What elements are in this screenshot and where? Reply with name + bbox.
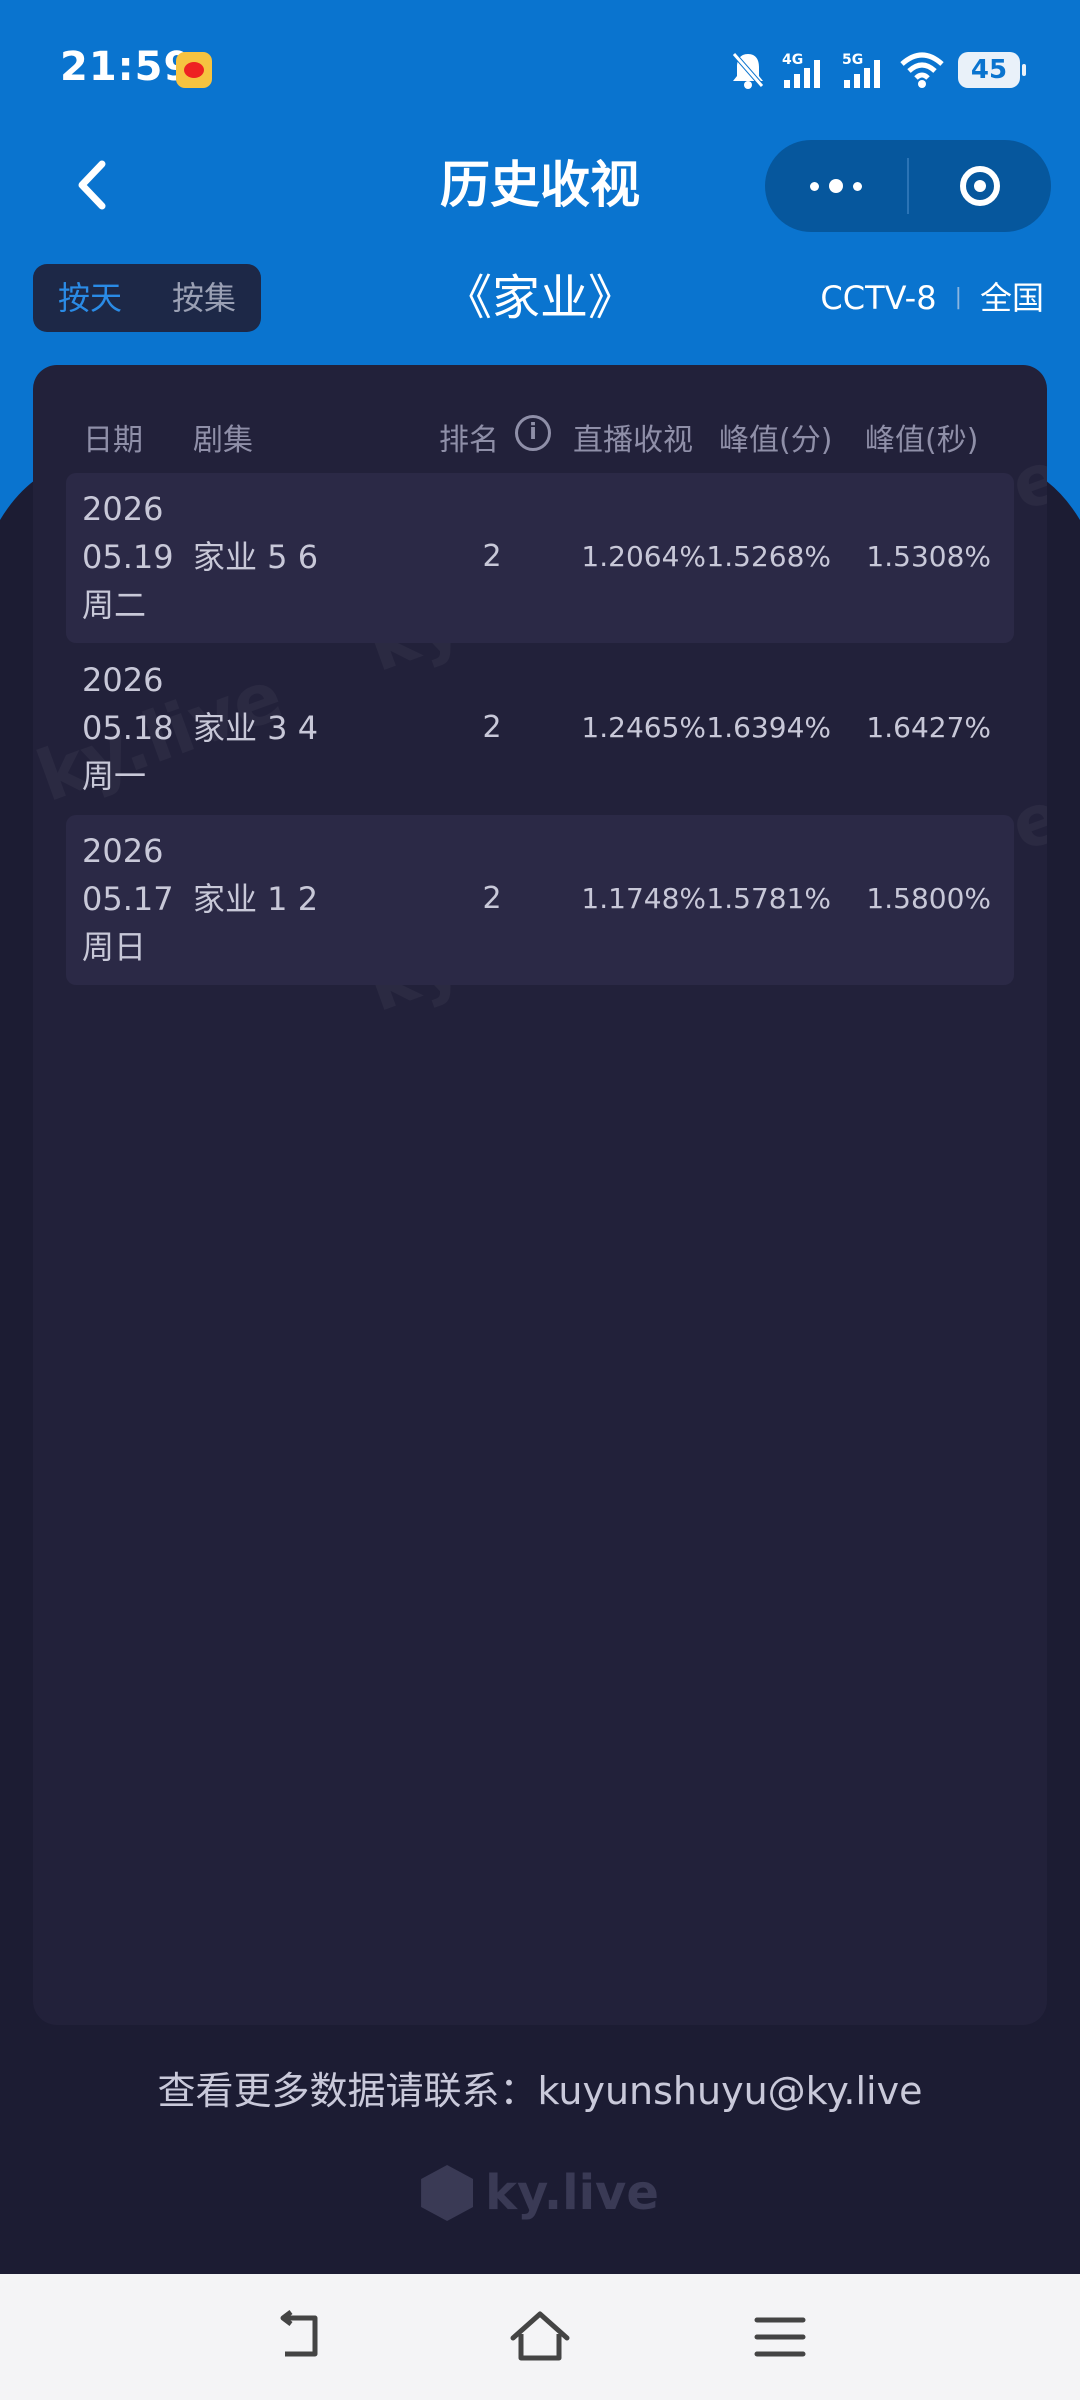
row-episode: 家业 5 6: [193, 538, 319, 576]
logo-hex-icon: [421, 2165, 474, 2221]
row-date: 2026 05.18 周一: [82, 661, 174, 795]
row-peak-minute: 1.5781%: [706, 882, 831, 915]
system-icons: 4G 5G 45: [730, 48, 1026, 92]
wifi-icon: [900, 52, 944, 88]
weibo-icon: [176, 52, 212, 88]
row-live-rating: 1.2064%: [581, 540, 706, 573]
header-peak-minute: 峰值(分): [719, 423, 833, 458]
header-live-rating: 直播收视: [573, 423, 693, 458]
row-peak-minute: 1.5268%: [706, 540, 831, 573]
close-miniprogram-button[interactable]: [909, 140, 1051, 232]
region-name[interactable]: 全国: [980, 274, 1044, 322]
header-date: 日期: [83, 423, 143, 458]
row-live-rating: 1.1748%: [581, 882, 706, 915]
target-icon: [960, 166, 1000, 206]
logo-text: ky.live: [485, 2165, 659, 2221]
bell-muted-icon: [732, 52, 764, 89]
row-rank: 2: [482, 881, 502, 916]
battery-icon: 45: [958, 52, 1026, 88]
table-row[interactable]: 2026 05.17 周日 家业 1 2 2 1.1748% 1.5781% 1.5…: [66, 815, 1014, 985]
row-live-rating: 1.2465%: [581, 711, 706, 744]
back-nav-icon[interactable]: [265, 2304, 335, 2370]
row-rank: 2: [482, 539, 502, 574]
table-row[interactable]: 2026 05.18 周一 家业 3 4 2 1.2465% 1.6394% 1.6…: [66, 644, 1014, 814]
row-rank: 2: [482, 710, 502, 745]
row-peak-minute: 1.6394%: [706, 711, 831, 744]
row-peak-second: 1.5800%: [866, 882, 991, 915]
table-row[interactable]: 2026 05.19 周二 家业 5 6 2 1.2064% 1.5268% 1.5…: [66, 473, 1014, 643]
home-nav-icon[interactable]: [505, 2304, 575, 2370]
footer-logo: ky.live: [0, 2165, 1080, 2221]
status-bar: 21:59 4G 5G 45: [0, 0, 1080, 140]
channel-name[interactable]: CCTV-8: [820, 274, 936, 322]
row-episode: 家业 1 2: [193, 880, 319, 918]
row-date: 2026 05.17 周日: [82, 832, 174, 966]
row-date: 2026 05.19 周二: [82, 490, 174, 624]
more-button[interactable]: [765, 140, 907, 232]
row-episode: 家业 3 4: [193, 709, 319, 747]
ratings-card: ky.live ky.live ky.live ky.live ky.live …: [33, 365, 1047, 2025]
system-nav-bar: [0, 2274, 1080, 2400]
svg-text:5G: 5G: [842, 52, 863, 68]
signal-4g-icon: 4G: [782, 52, 820, 88]
channel-selector[interactable]: CCTV-8 | 全国: [820, 274, 1044, 322]
row-peak-second: 1.5308%: [866, 540, 991, 573]
menu-nav-icon[interactable]: [745, 2304, 815, 2370]
table-header: 日期 剧集 排名 i 直播收视 峰值(分) 峰值(秒): [33, 395, 1047, 475]
header-episode: 剧集: [193, 423, 253, 458]
info-icon[interactable]: i: [515, 415, 551, 451]
header-rank: 排名: [439, 423, 499, 458]
row-peak-second: 1.6427%: [866, 711, 991, 744]
header-peak-second: 峰值(秒): [865, 423, 979, 458]
svg-text:4G: 4G: [782, 52, 803, 68]
more-dots-icon: [810, 179, 862, 193]
status-time: 21:59: [60, 44, 193, 90]
signal-5g-icon: 5G: [842, 52, 880, 88]
channel-separator: |: [954, 285, 962, 310]
mini-program-capsule: [765, 140, 1051, 232]
contact-info: 查看更多数据请联系：kuyunshuyu@ky.live: [157, 2069, 923, 2113]
